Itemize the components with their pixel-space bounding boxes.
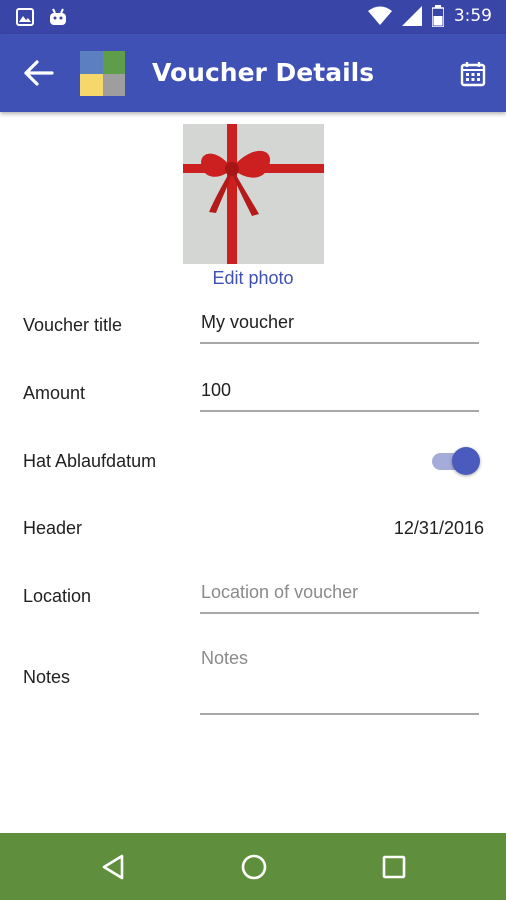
back-arrow-icon [24, 60, 54, 86]
amount-field[interactable]: 100 [200, 376, 479, 412]
battery-icon [431, 5, 444, 27]
navigation-bar [0, 833, 506, 900]
edit-photo-link[interactable]: Edit photo [0, 268, 506, 289]
android-notification-icon [50, 8, 66, 25]
expiry-label: Hat Ablaufdatum [23, 451, 157, 471]
app-bar: Voucher Details [0, 34, 506, 112]
notes-placeholder: Notes [201, 648, 249, 668]
recents-square-icon [382, 855, 406, 879]
notes-field[interactable]: Notes [200, 644, 479, 715]
location-placeholder: Location of voucher [201, 582, 359, 602]
calendar-icon [460, 62, 486, 87]
page-title: Voucher Details [152, 58, 375, 87]
header-date-value[interactable]: 12/31/2016 [394, 518, 484, 539]
home-circle-icon [241, 854, 267, 880]
back-triangle-icon [102, 854, 124, 880]
signal-icon [401, 6, 422, 26]
expiry-toggle[interactable] [432, 447, 480, 475]
gift-ribbon-image [183, 124, 324, 264]
status-bar: 3:59 [0, 0, 506, 34]
amount-label: Amount [23, 383, 86, 403]
app-logo [80, 51, 125, 96]
image-notification-icon [16, 8, 34, 26]
voucher-title-field[interactable]: My voucher [200, 308, 479, 344]
status-time: 3:59 [453, 6, 492, 26]
location-label: Location [23, 586, 92, 606]
nav-recents-button[interactable] [378, 851, 410, 883]
notes-label: Notes [23, 667, 71, 687]
nav-home-button[interactable] [238, 851, 270, 883]
calendar-button[interactable] [460, 61, 486, 87]
toggle-thumb [452, 447, 480, 475]
voucher-photo[interactable] [183, 124, 324, 264]
amount-value: 100 [201, 380, 232, 400]
wifi-icon [367, 6, 392, 25]
header-label: Header [23, 518, 83, 538]
location-field[interactable]: Location of voucher [200, 578, 479, 614]
voucher-title-label: Voucher title [23, 315, 123, 335]
voucher-title-value: My voucher [201, 312, 295, 332]
back-button[interactable] [22, 58, 56, 88]
nav-back-button[interactable] [98, 851, 130, 883]
